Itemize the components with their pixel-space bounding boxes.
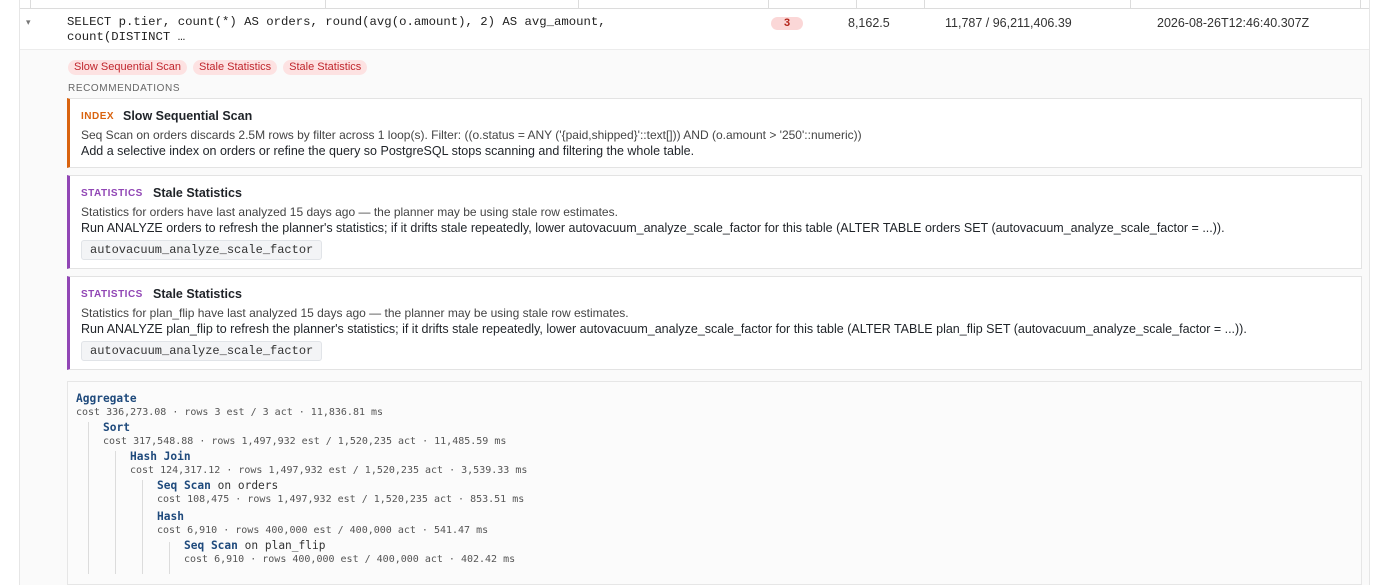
- query-detail: Slow Sequential Scan Stale Statistics St…: [20, 50, 1369, 585]
- plan-node-hash-join[interactable]: Hash Join cost 124,317.12 · rows 1,497,9…: [130, 450, 527, 478]
- recommendation-kind: INDEX: [81, 111, 115, 122]
- query-sql: SELECT p.tier, count(*) AS orders, round…: [67, 15, 606, 44]
- plan-node-meta: cost 317,548.88 · rows 1,497,932 est / 1…: [103, 436, 507, 447]
- plan-node-name: Sort: [103, 421, 130, 434]
- recommendation-kind: STATISTICS: [81, 188, 143, 199]
- query-panel: ▾ SELECT p.tier, count(*) AS orders, rou…: [19, 0, 1370, 585]
- plan-node-sort[interactable]: Sort cost 317,548.88 · rows 1,497,932 es…: [103, 421, 506, 449]
- recommendation-title: Stale Statistics: [153, 186, 242, 200]
- issue-count-badge: 3: [771, 17, 803, 30]
- recommendation-title: Slow Sequential Scan: [123, 109, 253, 123]
- issue-tag: Stale Statistics: [193, 60, 278, 75]
- timestamp-cell: 2026-08-26T12:46:40.307Z: [1157, 16, 1310, 30]
- value-cell-2: 11,787 / 96,211,406.39: [945, 16, 1072, 30]
- issue-tag: Slow Sequential Scan: [68, 60, 188, 75]
- recommendation-card-index: INDEX Slow Sequential Scan Seq Scan on o…: [67, 98, 1362, 168]
- tree-connector: [115, 451, 116, 574]
- recommendation-detail: Statistics for orders have last analyzed…: [81, 205, 618, 219]
- plan-node-name: Hash Join: [130, 450, 191, 463]
- plan-node-target: on plan_flip: [244, 539, 326, 552]
- plan-node-target: on orders: [217, 479, 279, 492]
- tree-connector: [142, 480, 143, 574]
- plan-node-name: Hash: [157, 510, 184, 523]
- issue-tag: Stale Statistics: [283, 60, 368, 75]
- chevron-down-icon[interactable]: ▾: [26, 17, 31, 28]
- recommendations-heading: RECOMMENDATIONS: [68, 83, 181, 94]
- plan-node-meta: cost 336,273.08 · rows 3 est / 3 act · 1…: [76, 407, 384, 418]
- plan-node-name: Seq Scan on orders: [157, 479, 279, 492]
- query-row[interactable]: ▾ SELECT p.tier, count(*) AS orders, rou…: [20, 9, 1369, 50]
- recommendation-detail: Statistics for plan_flip have last analy…: [81, 306, 629, 320]
- issue-tags: Slow Sequential Scan Stale Statistics St…: [68, 60, 368, 75]
- plan-node-aggregate[interactable]: Aggregate cost 336,273.08 · rows 3 est /…: [76, 392, 383, 420]
- plan-node-seq-scan-orders[interactable]: Seq Scan on orders cost 108,475 · rows 1…: [157, 479, 524, 507]
- query-plan-tree: Aggregate cost 336,273.08 · rows 3 est /…: [67, 381, 1362, 585]
- recommendation-advice: Run ANALYZE plan_flip to refresh the pla…: [81, 322, 1247, 336]
- plan-node-meta: cost 6,910 · rows 400,000 est / 400,000 …: [157, 525, 489, 536]
- value-cell-1: 8,162.5: [848, 16, 890, 30]
- plan-node-meta: cost 108,475 · rows 1,497,932 est / 1,52…: [157, 494, 525, 505]
- setting-chip[interactable]: autovacuum_analyze_scale_factor: [81, 341, 323, 361]
- recommendation-kind: STATISTICS: [81, 289, 143, 300]
- plan-node-seq-scan-plan-flip[interactable]: Seq Scan on plan_flip cost 6,910 · rows …: [184, 539, 515, 567]
- plan-node-meta: cost 124,317.12 · rows 1,497,932 est / 1…: [130, 465, 528, 476]
- recommendation-card-statistics: STATISTICS Stale Statistics Statistics f…: [67, 276, 1362, 370]
- recommendation-detail: Seq Scan on orders discards 2.5M rows by…: [81, 128, 862, 142]
- plan-node-hash[interactable]: Hash cost 6,910 · rows 400,000 est / 400…: [157, 510, 488, 538]
- plan-node-meta: cost 6,910 · rows 400,000 est / 400,000 …: [184, 554, 516, 565]
- plan-node-name: Aggregate: [76, 392, 137, 405]
- recommendation-card-statistics: STATISTICS Stale Statistics Statistics f…: [67, 175, 1362, 269]
- recommendation-advice: Add a selective index on orders or refin…: [81, 144, 695, 158]
- recommendation-title: Stale Statistics: [153, 287, 242, 301]
- tree-connector: [169, 542, 170, 574]
- plan-node-name: Seq Scan on plan_flip: [184, 539, 326, 552]
- recommendation-advice: Run ANALYZE orders to refresh the planne…: [81, 221, 1225, 235]
- tree-connector: [88, 422, 89, 574]
- setting-chip[interactable]: autovacuum_analyze_scale_factor: [81, 240, 323, 260]
